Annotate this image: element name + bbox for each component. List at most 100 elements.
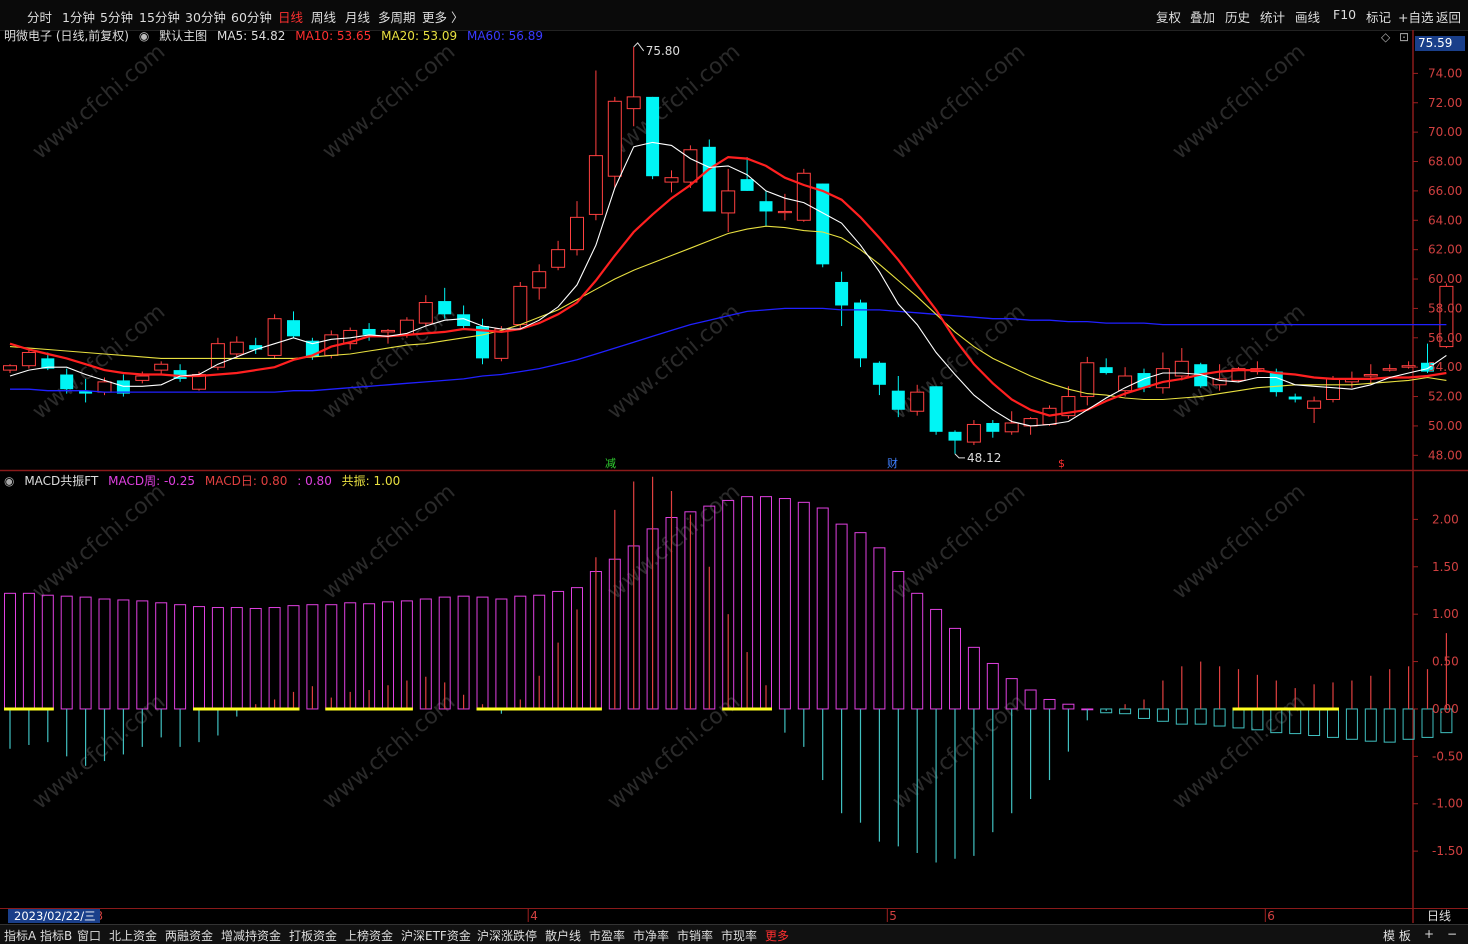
price-tick-label: 58.00 [1428, 301, 1462, 315]
macd-week-bar [1440, 708, 1453, 734]
candle-body-up [1326, 378, 1340, 400]
tab-15min[interactable]: 15分钟 [139, 7, 180, 26]
candle-body-down [1099, 367, 1113, 374]
macd-indicator-name[interactable]: MACD共振FT [24, 474, 98, 488]
candle-body-up [1212, 378, 1227, 386]
tab-daily[interactable]: 日线 [278, 7, 303, 26]
candle-body-down [1288, 396, 1302, 400]
candle-body-up [3, 365, 17, 371]
tab-monthly[interactable]: 月线 [345, 7, 370, 26]
candle-body-up [664, 177, 679, 183]
button-add-watchlist[interactable]: +自选 [1398, 7, 1433, 26]
button-overlay[interactable]: 叠加 [1190, 7, 1215, 26]
macd-tick-label: -1.50 [1432, 844, 1463, 858]
tab-pe[interactable]: 市盈率 [589, 927, 625, 944]
low-pointer [954, 453, 965, 459]
tab-window[interactable]: 窗口 [77, 927, 101, 944]
tab-weekly[interactable]: 周线 [311, 7, 336, 26]
macd-week-bar [1194, 708, 1207, 725]
button-f10[interactable]: F10 [1333, 7, 1356, 22]
candle-body-up [721, 190, 736, 214]
candle-body-up [551, 249, 566, 268]
watermark-text: www.cfchi.com [888, 689, 1030, 814]
tab-top-list[interactable]: 上榜资金 [345, 927, 393, 944]
candle-body-down [1269, 371, 1283, 393]
watermark-text: www.cfchi.com [1168, 479, 1310, 604]
candle-body-down [476, 326, 489, 359]
tab-more-indicators[interactable]: 更多 [765, 927, 789, 944]
tab-multi-period[interactable]: 多周期 [378, 7, 416, 26]
button-fuquan[interactable]: 复权 [1156, 7, 1181, 26]
indicator-icon[interactable]: ◉ [4, 474, 14, 488]
candle-body-up [21, 351, 36, 367]
tab-retail-line[interactable]: 散户线 [545, 927, 581, 944]
button-back[interactable]: 返回 [1436, 7, 1461, 26]
button-zoom-in[interactable]: + [1424, 927, 1434, 941]
tab-limit-board[interactable]: 打板资金 [289, 927, 337, 944]
tab-holding-change[interactable]: 增减持资金 [221, 927, 281, 944]
tab-more[interactable]: 更多 〉 [422, 7, 463, 26]
tab-indicator-a[interactable]: 指标A [4, 927, 36, 944]
ma20-line [9, 225, 1447, 401]
low-price-label: 48.12 [967, 451, 1001, 465]
month-label: 5 [889, 909, 897, 923]
watermark-text: www.cfchi.com [888, 479, 1030, 604]
template-label[interactable]: 默认主图 [159, 29, 207, 43]
candle-body-up [267, 318, 282, 356]
tab-margin[interactable]: 两融资金 [165, 927, 213, 944]
price-tick-label: 56.00 [1428, 331, 1462, 345]
tab-5min[interactable]: 5分钟 [100, 7, 133, 26]
tab-etf-funds[interactable]: 沪深ETF资金 [401, 927, 471, 944]
macd-week-bar [476, 596, 489, 710]
tile-icon[interactable]: ⊡ [1399, 30, 1409, 44]
button-mark[interactable]: 标记 [1366, 7, 1391, 26]
price-tick-label: 70.00 [1428, 125, 1462, 139]
template-icon[interactable]: ◉ [139, 29, 149, 43]
cursor-date-tag: 2023/02/22/三 [8, 909, 100, 923]
macd-week-bar [911, 592, 924, 710]
tab-1min[interactable]: 1分钟 [62, 7, 95, 26]
tab-pcf[interactable]: 市现率 [721, 927, 757, 944]
button-draw[interactable]: 画线 [1295, 7, 1320, 26]
diamond-icon[interactable]: ◇ [1381, 30, 1390, 44]
candle-body-up [1174, 360, 1189, 377]
candle-body-down [948, 431, 962, 441]
stock-title[interactable]: 明微电子 (日线,前复权) [4, 29, 129, 43]
watermark-text: www.cfchi.com [318, 479, 460, 604]
tab-limit-up-down[interactable]: 沪深涨跌停 [477, 927, 537, 944]
candle-body-down [116, 380, 130, 394]
macd-tick-label: 2.00 [1432, 512, 1459, 526]
watermark-text: www.cfchi.com [603, 299, 745, 424]
macd-week-bar [930, 608, 943, 710]
button-history[interactable]: 历史 [1225, 7, 1250, 26]
candle-body-up [1401, 365, 1416, 368]
macd-week-bar [41, 594, 54, 710]
month-label: 4 [530, 909, 538, 923]
tab-fenshi[interactable]: 分时 [27, 7, 52, 26]
tab-ps[interactable]: 市销率 [677, 927, 713, 944]
candle-body-down [362, 328, 376, 335]
candle-body-up [135, 375, 150, 381]
tab-northbound[interactable]: 北上资金 [109, 927, 157, 944]
ma10-value: MA10: 53.65 [295, 29, 372, 43]
macd-week-bar [722, 499, 735, 710]
watermark-text: www.cfchi.com [1168, 39, 1310, 164]
tab-pb[interactable]: 市净率 [633, 927, 669, 944]
tab-60min[interactable]: 60分钟 [231, 7, 272, 26]
macd-week-bar [684, 511, 697, 710]
macd-week-bar [741, 496, 754, 710]
candle-body-down [702, 146, 716, 212]
candle-body-up [418, 302, 433, 324]
watermark-text: www.cfchi.com [318, 299, 460, 424]
tab-indicator-b[interactable]: 指标B [40, 927, 72, 944]
ma60-line [10, 307, 1447, 393]
tab-30min[interactable]: 30分钟 [185, 7, 226, 26]
macd-week-bar [22, 592, 35, 710]
macd-week-bar [495, 598, 508, 710]
button-template[interactable]: 模 板 [1383, 927, 1411, 944]
macd-week-bar [287, 605, 300, 710]
button-stats[interactable]: 统计 [1260, 7, 1285, 26]
watermark-text: www.cfchi.com [603, 479, 745, 604]
candle-body-down [1421, 362, 1434, 372]
button-zoom-out[interactable]: − [1447, 927, 1457, 941]
